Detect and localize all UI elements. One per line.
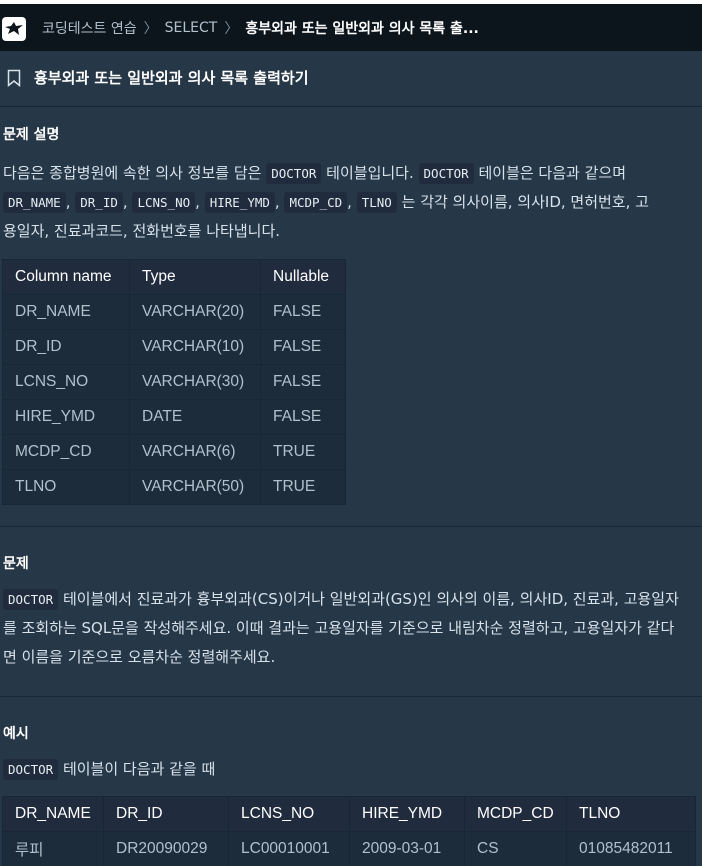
table-row: DR_NAME VARCHAR(20) FALSE bbox=[2, 294, 346, 330]
table-cell: DR20090029 bbox=[103, 831, 229, 866]
breadcrumb-current: 흥부외과 또는 일반외과 의사 목록 출... bbox=[245, 20, 479, 37]
column-header: HIRE_YMD bbox=[349, 796, 465, 832]
column-header: Column name bbox=[2, 259, 130, 295]
example-text: DOCTOR 테이블이 다음과 같을 때 bbox=[3, 755, 702, 784]
description-line: DR_NAME, DR_ID, LCNS_NO, HIRE_YMD, MCDP_… bbox=[3, 188, 702, 217]
table-cell: FALSE bbox=[260, 399, 346, 435]
text-span: 테이블은 다음과 같으며 bbox=[478, 164, 627, 182]
problem-line: DOCTOR 테이블에서 진료과가 흉부외과(CS)이거나 일반외과(GS)인 … bbox=[3, 585, 702, 614]
table-cell: 01085482011 bbox=[566, 831, 696, 866]
text-span: 테이블에서 진료과가 흉부외과(CS)이거나 일반외과(GS)인 의사의 이름,… bbox=[62, 590, 679, 608]
bookmark-icon[interactable] bbox=[7, 69, 21, 91]
description-line: 용일자, 진료과코드, 전화번호를 나타냅니다. bbox=[3, 222, 281, 240]
column-header: TLNO bbox=[566, 796, 696, 832]
chevron-right-icon: 〉 bbox=[224, 20, 239, 37]
table-row: 루피 DR20090029 LC00010001 2009-03-01 CS 0… bbox=[2, 831, 696, 866]
table-cell: VARCHAR(20) bbox=[129, 294, 261, 330]
problem-line: 면 이름을 기준으로 오름차순 정렬해주세요. bbox=[3, 648, 276, 666]
table-cell: MCDP_CD bbox=[2, 434, 130, 470]
description-text: 다음은 종합병원에 속한 의사 정보를 담은 DOCTOR 테이블입니다. DO… bbox=[3, 159, 702, 246]
table-cell: DATE bbox=[129, 399, 261, 435]
column-header: Type bbox=[129, 259, 261, 295]
table-row: DR_ID VARCHAR(10) FALSE bbox=[2, 329, 346, 365]
inline-code: DOCTOR bbox=[418, 163, 474, 184]
breadcrumb-select[interactable]: SELECT bbox=[165, 20, 218, 36]
page-title: 흉부외과 또는 일반외과 의사 목록 출력하기 bbox=[34, 69, 309, 87]
inline-code: LCNS_NO bbox=[132, 192, 196, 213]
breadcrumb: 코딩테스트 연습 〉 SELECT 〉 흥부외과 또는 일반외과 의사 목록 출… bbox=[42, 4, 479, 51]
problem-page: 코딩테스트 연습 〉 SELECT 〉 흥부외과 또는 일반외과 의사 목록 출… bbox=[0, 0, 702, 866]
table-cell: TLNO bbox=[2, 469, 130, 505]
problem-title-bar: 흉부외과 또는 일반외과 의사 목록 출력하기 bbox=[0, 51, 702, 107]
table-cell: VARCHAR(50) bbox=[129, 469, 261, 505]
top-navigation-bar: 코딩테스트 연습 〉 SELECT 〉 흥부외과 또는 일반외과 의사 목록 출… bbox=[0, 4, 702, 51]
description-heading: 문제 설명 bbox=[3, 127, 60, 143]
problem-line: 를 조회하는 SQL문을 작성해주세요. 이때 결과는 고용일자를 기준으로 내… bbox=[3, 619, 675, 637]
column-header: DR_NAME bbox=[2, 796, 104, 832]
inline-code: TLNO bbox=[356, 192, 397, 213]
table-cell: VARCHAR(10) bbox=[129, 329, 261, 365]
table-cell: 루피 bbox=[2, 831, 104, 866]
table-cell: VARCHAR(6) bbox=[129, 434, 261, 470]
column-header: Nullable bbox=[260, 259, 346, 295]
description-line: 다음은 종합병원에 속한 의사 정보를 담은 DOCTOR 테이블입니다. DO… bbox=[3, 159, 702, 188]
table-cell: 2009-03-01 bbox=[349, 831, 465, 866]
inline-code: MCDP_CD bbox=[284, 192, 348, 213]
section-divider bbox=[0, 696, 702, 697]
logo-icon[interactable] bbox=[2, 17, 26, 41]
inline-code: DR_NAME bbox=[3, 192, 66, 213]
separator: , bbox=[122, 193, 128, 211]
inline-code: DOCTOR bbox=[3, 589, 59, 610]
breadcrumb-coding-test[interactable]: 코딩테스트 연습 bbox=[42, 18, 137, 38]
section-divider bbox=[0, 526, 702, 527]
table-cell: FALSE bbox=[260, 294, 346, 330]
text-span: 다음은 종합병원에 속한 의사 정보를 담은 bbox=[3, 164, 262, 182]
column-header: LCNS_NO bbox=[228, 796, 350, 832]
table-cell: CS bbox=[464, 831, 567, 866]
table-cell: VARCHAR(30) bbox=[129, 364, 261, 400]
column-header: MCDP_CD bbox=[464, 796, 567, 832]
schema-table: Column name Type Nullable DR_NAME VARCHAR… bbox=[2, 259, 346, 505]
inline-code: HIRE_YMD bbox=[204, 192, 275, 213]
inline-code: DR_ID bbox=[75, 192, 123, 213]
table-cell: FALSE bbox=[260, 329, 346, 365]
text-span: 는 각각 의사이름, 의사ID, 면허번호, 고 bbox=[401, 193, 649, 211]
example-table: DR_NAME DR_ID LCNS_NO HIRE_YMD MCDP_CD T… bbox=[2, 796, 696, 866]
table-cell: FALSE bbox=[260, 364, 346, 400]
separator: , bbox=[347, 193, 352, 211]
example-heading: 예시 bbox=[3, 726, 29, 742]
problem-text: DOCTOR 테이블에서 진료과가 흉부외과(CS)이거나 일반외과(GS)인 … bbox=[3, 585, 702, 672]
table-header-row: DR_NAME DR_ID LCNS_NO HIRE_YMD MCDP_CD T… bbox=[2, 796, 696, 832]
separator: , bbox=[195, 193, 200, 211]
separator: , bbox=[65, 193, 71, 211]
text-span: 테이블이 다음과 같을 때 bbox=[62, 760, 216, 778]
table-row: HIRE_YMD DATE FALSE bbox=[2, 399, 346, 435]
table-header-row: Column name Type Nullable bbox=[2, 259, 346, 295]
inline-code: DOCTOR bbox=[3, 759, 59, 780]
problem-heading: 문제 bbox=[3, 556, 29, 572]
column-header: DR_ID bbox=[103, 796, 229, 832]
table-cell: TRUE bbox=[260, 434, 346, 470]
text-span: 테이블입니다. bbox=[326, 164, 414, 182]
table-cell: TRUE bbox=[260, 469, 346, 505]
table-cell: DR_NAME bbox=[2, 294, 130, 330]
table-row: TLNO VARCHAR(50) TRUE bbox=[2, 469, 346, 505]
separator: , bbox=[274, 193, 280, 211]
table-cell: HIRE_YMD bbox=[2, 399, 130, 435]
chevron-right-icon: 〉 bbox=[143, 20, 158, 37]
table-cell: DR_ID bbox=[2, 329, 130, 365]
inline-code: DOCTOR bbox=[266, 163, 322, 184]
table-cell: LCNS_NO bbox=[2, 364, 130, 400]
table-cell: LC00010001 bbox=[228, 831, 350, 866]
table-row: MCDP_CD VARCHAR(6) TRUE bbox=[2, 434, 346, 470]
table-row: LCNS_NO VARCHAR(30) FALSE bbox=[2, 364, 346, 400]
